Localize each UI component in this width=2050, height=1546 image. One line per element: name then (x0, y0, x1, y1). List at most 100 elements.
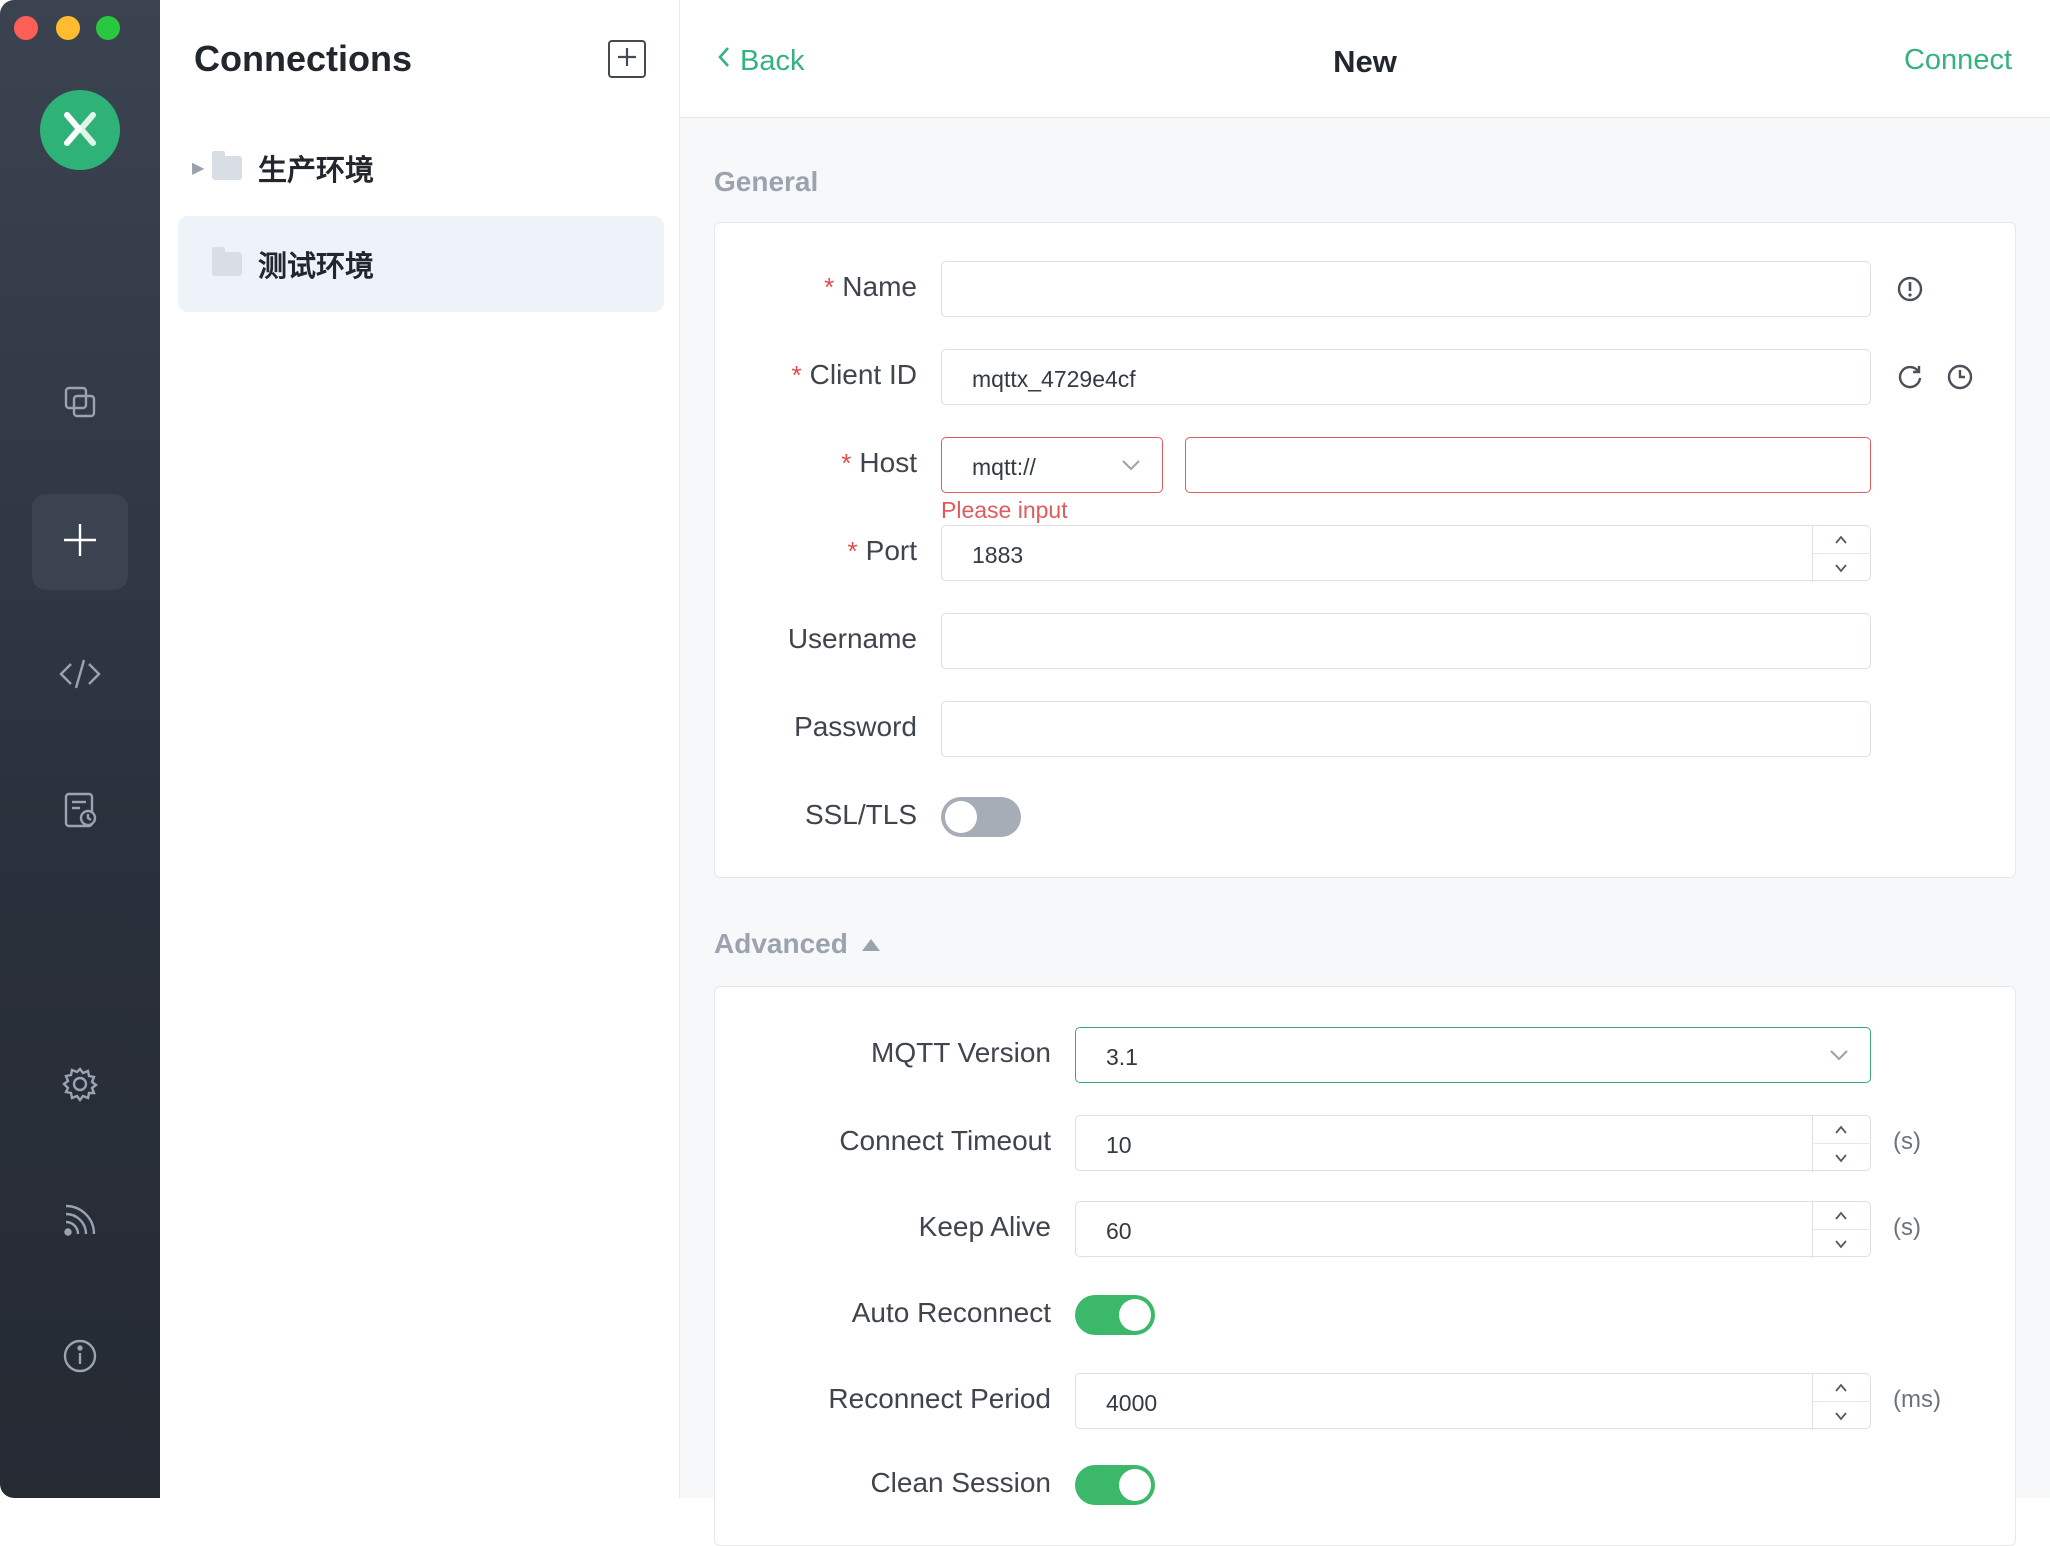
clean-session-row: Clean Session (715, 1457, 2017, 1513)
increment-button[interactable] (1813, 1374, 1869, 1402)
name-label: * Name (824, 271, 917, 302)
port-label: * Port (847, 535, 917, 566)
username-input[interactable] (941, 613, 1871, 669)
port-input[interactable]: 1883 (941, 525, 1871, 582)
form-header: Back New Connect (680, 0, 2050, 118)
client-id-row: * Client ID mqttx_4729e4cf (715, 349, 2017, 405)
window-zoom-button[interactable] (96, 16, 120, 40)
connections-panel: Connections ▶ 生产环境 测试环境 (160, 0, 680, 1498)
password-input[interactable] (941, 701, 1871, 757)
ssl-label: SSL/TLS (804, 799, 917, 830)
rss-icon (60, 1200, 100, 1245)
plus-icon (60, 520, 100, 565)
folder-icon (212, 151, 242, 180)
protocol-select[interactable]: mqtt:// (941, 437, 1163, 493)
new-connection-form: Back New Connect General * Name * Client I… (680, 0, 2050, 1546)
rail-log-button[interactable] (32, 764, 128, 860)
host-error-message: Please input (941, 497, 1068, 523)
auto-reconnect-row: Auto Reconnect (715, 1287, 2017, 1343)
reconnect-period-unit: (ms) (1893, 1386, 1941, 1413)
decrement-button[interactable] (1813, 554, 1869, 582)
keep-alive-stepper (1812, 1202, 1869, 1258)
connect-timeout-unit: (s) (1893, 1128, 1921, 1155)
refresh-icon[interactable] (1895, 362, 1925, 392)
window-close-button[interactable] (14, 16, 38, 40)
keep-alive-input[interactable]: 60 (1075, 1201, 1871, 1258)
reconnect-period-label: Reconnect Period (828, 1383, 1051, 1414)
port-stepper (1812, 526, 1869, 582)
rail-new-connection-button[interactable] (32, 494, 128, 590)
mqtt-version-row: MQTT Version 3.1 (715, 1027, 2017, 1083)
advanced-section-title: Advanced (714, 928, 848, 959)
code-icon (58, 654, 102, 699)
info-warning-icon[interactable] (1895, 274, 1925, 304)
port-row: * Port 1883 (715, 525, 2017, 582)
connect-timeout-row: Connect Timeout 10 (s) (715, 1115, 2017, 1172)
connect-timeout-input[interactable]: 10 (1075, 1115, 1871, 1172)
client-id-input[interactable]: mqttx_4729e4cf (941, 349, 1871, 405)
app-sidebar (0, 0, 160, 1498)
decrement-button[interactable] (1813, 1144, 1869, 1172)
name-input[interactable] (941, 261, 1871, 317)
keep-alive-unit: (s) (1893, 1214, 1921, 1241)
increment-button[interactable] (1813, 1116, 1869, 1144)
plus-square-icon (615, 45, 639, 74)
chevron-down-icon (1828, 1044, 1850, 1072)
rail-settings-button[interactable] (32, 1038, 128, 1134)
rail-script-button[interactable] (32, 628, 128, 724)
connection-group-selected[interactable]: 测试环境 (178, 216, 664, 312)
ssl-row: SSL/TLS (715, 789, 2017, 845)
host-label: * Host (841, 447, 917, 478)
clean-session-label: Clean Session (870, 1467, 1051, 1498)
name-row: * Name (715, 261, 2017, 317)
username-row: Username (715, 613, 2017, 669)
keep-alive-label: Keep Alive (918, 1211, 1051, 1242)
add-group-button[interactable] (608, 40, 646, 78)
connections-title: Connections (194, 38, 413, 79)
group-label: 生产环境 (258, 153, 375, 187)
rail-about-button[interactable] (32, 1310, 128, 1406)
mqtt-version-label: MQTT Version (871, 1037, 1051, 1068)
reconnect-period-input[interactable]: 4000 (1075, 1373, 1871, 1430)
host-row: * Host mqtt:// Please input (715, 437, 2017, 523)
increment-button[interactable] (1813, 1202, 1869, 1230)
decrement-button[interactable] (1813, 1402, 1869, 1430)
mqtt-version-select[interactable]: 3.1 (1075, 1027, 1871, 1083)
caret-right-icon[interactable]: ▶ (178, 158, 212, 178)
log-clock-icon (60, 790, 100, 835)
connect-button[interactable]: Connect (1904, 44, 2012, 77)
gear-icon (60, 1064, 100, 1109)
clean-session-toggle[interactable] (1075, 1465, 1155, 1505)
chevron-down-icon (1120, 454, 1142, 482)
username-label: Username (787, 623, 917, 654)
window-minimize-button[interactable] (56, 16, 80, 40)
general-card: * Name * Client ID mqttx_4729e4cf * Host… (714, 222, 2016, 878)
rail-connections-button[interactable] (32, 356, 128, 452)
clock-icon[interactable] (1945, 362, 1975, 392)
auto-reconnect-toggle[interactable] (1075, 1295, 1155, 1335)
info-icon (60, 1336, 100, 1381)
mqttx-logo-icon (40, 90, 120, 170)
connection-group[interactable]: ▶ 生产环境 (178, 120, 664, 216)
auto-reconnect-label: Auto Reconnect (851, 1297, 1051, 1328)
password-row: Password (715, 701, 2017, 757)
password-label: Password (794, 711, 917, 742)
general-section-title: General (714, 166, 819, 197)
client-id-label: * Client ID (791, 359, 918, 390)
host-input[interactable] (1185, 437, 1871, 493)
rail-subscriptions-button[interactable] (32, 1174, 128, 1270)
folder-icon (212, 247, 242, 276)
decrement-button[interactable] (1813, 1230, 1869, 1258)
advanced-section-toggle[interactable]: Advanced (714, 928, 882, 960)
advanced-card: MQTT Version 3.1 Connect Timeout 10 (s) … (714, 986, 2016, 1546)
caret-up-icon (860, 928, 882, 960)
page-title: New (1333, 44, 1397, 79)
increment-button[interactable] (1813, 526, 1869, 554)
keep-alive-row: Keep Alive 60 (s) (715, 1201, 2017, 1258)
connect-timeout-stepper (1812, 1116, 1869, 1172)
reconnect-period-stepper (1812, 1374, 1869, 1430)
group-label: 测试环境 (258, 249, 375, 283)
connect-timeout-label: Connect Timeout (839, 1125, 1051, 1156)
ssl-toggle[interactable] (941, 797, 1021, 837)
copy-icon (60, 382, 100, 427)
